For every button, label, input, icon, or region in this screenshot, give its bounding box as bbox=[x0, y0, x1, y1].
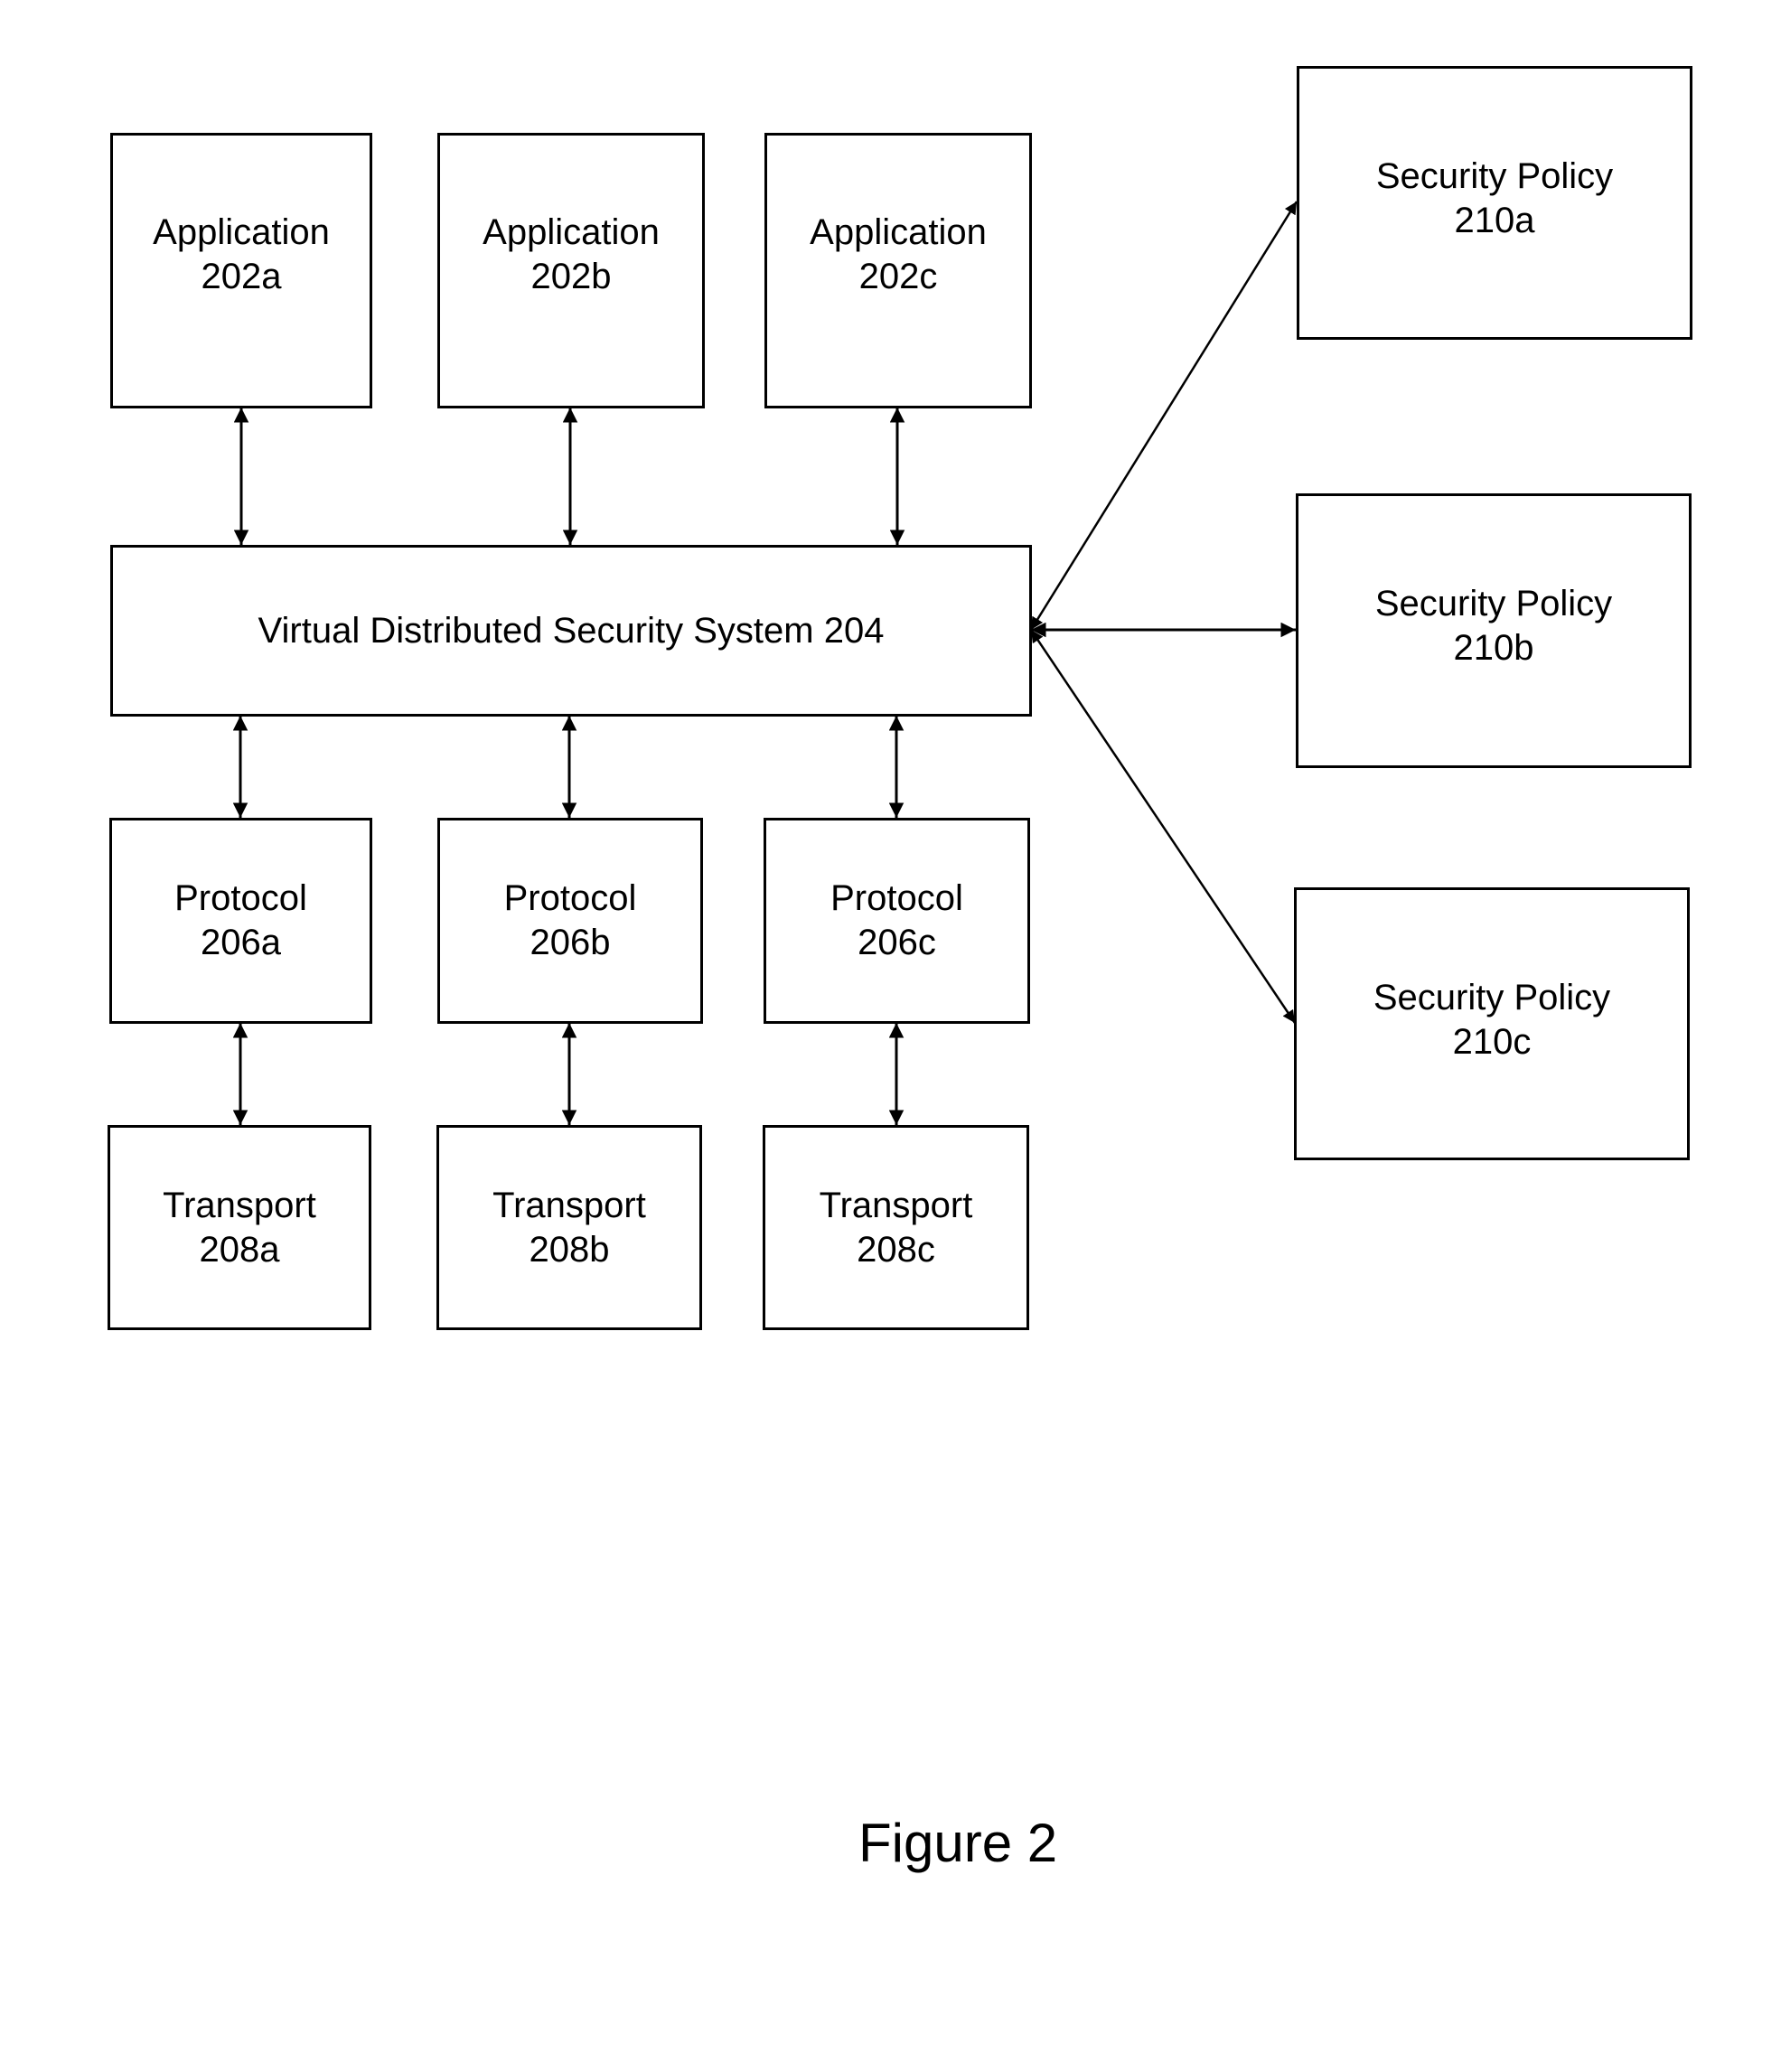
figure-caption: Figure 2 bbox=[858, 1813, 1058, 1873]
application-ref: 202c bbox=[858, 257, 938, 296]
application-box-202b: Application 202b bbox=[437, 133, 705, 408]
security-policy-box-210b: Security Policy 210b bbox=[1296, 493, 1692, 768]
protocol-ref: 206a bbox=[201, 923, 281, 962]
protocol-title: Protocol bbox=[503, 878, 637, 918]
transport-ref: 208a bbox=[199, 1230, 280, 1270]
security-policy-ref: 210a bbox=[1454, 201, 1535, 240]
arrow-vdss-policy-c bbox=[1029, 629, 1297, 1024]
protocol-ref: 206b bbox=[530, 923, 611, 962]
security-policy-title: Security Policy bbox=[1374, 584, 1613, 623]
transport-ref: 208c bbox=[857, 1230, 935, 1270]
virtual-distributed-security-system-box: Virtual Distributed Security System 204 bbox=[110, 545, 1032, 717]
transport-title: Transport bbox=[163, 1186, 316, 1225]
security-policy-box-210c: Security Policy 210c bbox=[1294, 887, 1690, 1160]
transport-box-208b: Transport 208b bbox=[436, 1125, 702, 1330]
application-ref: 202b bbox=[530, 257, 612, 296]
application-title: Application bbox=[810, 212, 987, 252]
transport-title: Transport bbox=[492, 1186, 646, 1225]
protocol-box-206c: Protocol 206c bbox=[764, 818, 1030, 1024]
application-title: Application bbox=[483, 212, 660, 252]
arrow-vdss-policy-a bbox=[1029, 201, 1298, 631]
security-policy-title: Security Policy bbox=[1373, 978, 1611, 1017]
application-box-202a: Application 202a bbox=[110, 133, 372, 408]
transport-box-208c: Transport 208c bbox=[763, 1125, 1029, 1330]
security-policy-box-210a: Security Policy 210a bbox=[1297, 66, 1692, 340]
protocol-box-206a: Protocol 206a bbox=[109, 818, 372, 1024]
security-policy-ref: 210b bbox=[1453, 628, 1534, 668]
application-box-202c: Application 202c bbox=[764, 133, 1032, 408]
security-system-label: Virtual Distributed Security System 204 bbox=[258, 610, 885, 651]
transport-box-208a: Transport 208a bbox=[108, 1125, 371, 1330]
protocol-title: Protocol bbox=[174, 878, 307, 918]
protocol-box-206b: Protocol 206b bbox=[437, 818, 703, 1024]
protocol-ref: 206c bbox=[858, 923, 936, 962]
application-title: Application bbox=[153, 212, 330, 252]
security-policy-title: Security Policy bbox=[1375, 156, 1614, 196]
transport-title: Transport bbox=[819, 1186, 973, 1225]
transport-ref: 208b bbox=[529, 1230, 610, 1270]
protocol-title: Protocol bbox=[830, 878, 963, 918]
application-ref: 202a bbox=[201, 257, 282, 296]
security-policy-ref: 210c bbox=[1452, 1022, 1532, 1062]
